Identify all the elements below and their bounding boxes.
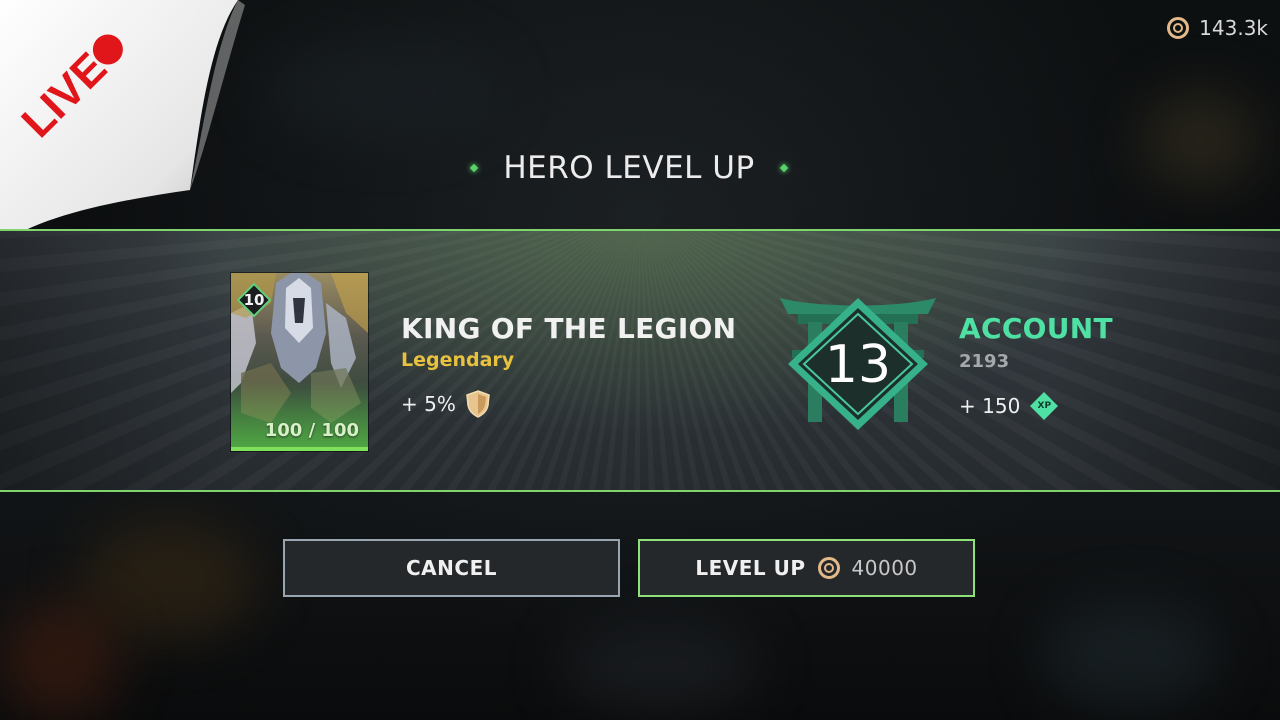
diamond-ornament-icon <box>779 163 788 173</box>
level-up-banner <box>0 229 1280 492</box>
xp-badge-label: XP <box>1037 401 1052 411</box>
background-blur <box>0 600 120 720</box>
coin-icon <box>1167 17 1190 39</box>
live-sticker: LIVE <box>0 0 245 245</box>
hero-bonus: + 5% <box>401 392 456 416</box>
hero-name: KING OF THE LEGION <box>401 312 737 345</box>
currency-display: 143.3k <box>1167 16 1268 40</box>
background-blur <box>260 40 500 140</box>
account-title: ACCOUNT <box>959 312 1113 345</box>
hero-xp-bar <box>231 447 368 451</box>
hero-bonus-row: + 5% <box>401 390 490 418</box>
hero-rarity: Legendary <box>401 349 515 371</box>
game-screen: LIVE 143.3k HERO LEVEL UP 10 100 / 100 K… <box>0 0 1280 720</box>
account-xp-gain: + 150 <box>959 394 1021 418</box>
level-up-button-label: LEVEL UP <box>695 556 806 580</box>
account-level: 13 <box>824 335 892 395</box>
title-row: HERO LEVEL UP <box>0 150 1258 186</box>
account-points: 2193 <box>959 351 1010 372</box>
coin-icon <box>817 557 840 579</box>
level-up-button[interactable]: LEVEL UP 40000 <box>638 539 975 597</box>
hero-card[interactable]: 10 100 / 100 <box>231 273 368 451</box>
cancel-button-label: CANCEL <box>406 556 497 580</box>
page-title: HERO LEVEL UP <box>503 150 755 186</box>
background-blur <box>560 620 760 710</box>
background-blur <box>1040 600 1220 710</box>
shield-icon <box>466 390 490 418</box>
hero-xp-text: 100 / 100 <box>264 420 359 441</box>
cancel-button[interactable]: CANCEL <box>283 539 620 597</box>
level-up-cost: 40000 <box>851 556 918 580</box>
diamond-ornament-icon <box>470 163 479 173</box>
hero-level: 10 <box>243 291 265 309</box>
xp-icon: XP <box>1029 391 1059 421</box>
currency-amount: 143.3k <box>1199 16 1268 40</box>
account-xp-row: + 150 XP <box>959 391 1059 421</box>
